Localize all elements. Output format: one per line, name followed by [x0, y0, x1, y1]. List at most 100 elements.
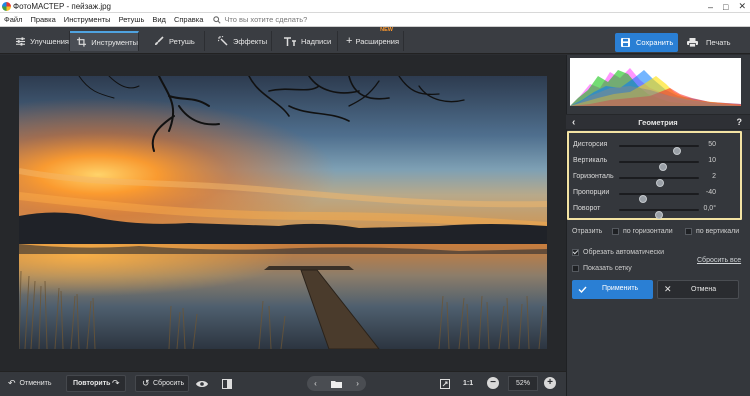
checkbox-box[interactable]	[685, 228, 692, 235]
slider-value: 50	[708, 141, 716, 148]
show-grid-checkbox[interactable]: Показать сетку	[572, 265, 632, 272]
reset-icon: ↺	[142, 378, 150, 388]
reflect-vertical-checkbox[interactable]: по вертикали	[685, 228, 739, 235]
tab-label: Эффекты	[233, 36, 268, 46]
slider-label: Вертикаль	[573, 157, 608, 164]
menu-file[interactable]: Файл	[4, 15, 22, 24]
auto-crop-checkbox[interactable]: Обрезать автоматически	[572, 249, 664, 256]
search-placeholder: Что вы хотите сделать?	[224, 15, 308, 24]
reflect-horizontal-checkbox[interactable]: по горизонтали	[612, 228, 673, 235]
minimize-icon[interactable]: –	[708, 2, 713, 12]
slider-track[interactable]	[619, 193, 699, 203]
tab-text[interactable]: Надписи	[272, 31, 338, 51]
checkbox-label: Показать сетку	[583, 265, 632, 272]
reset-all-link[interactable]: Сбросить все	[697, 257, 741, 264]
slider-knob[interactable]	[672, 147, 681, 155]
slider-label: Горизонталь	[573, 173, 614, 180]
printer-icon	[687, 38, 698, 47]
checkbox-box[interactable]	[572, 265, 579, 272]
slider-value: 2	[712, 173, 716, 180]
next-image-icon[interactable]: ›	[356, 379, 359, 388]
tab-effects[interactable]: Эффекты	[205, 31, 272, 51]
undo-button[interactable]: ↶ Отменить	[8, 375, 52, 392]
slider-track[interactable]	[619, 161, 699, 171]
crop-icon	[77, 37, 87, 47]
slider-horizontal[interactable]: Горизонталь 2	[573, 171, 738, 187]
print-button[interactable]: Печать	[683, 33, 743, 52]
slider-knob[interactable]	[655, 179, 664, 187]
zoom-in-button[interactable]: +	[544, 377, 556, 389]
slider-track[interactable]	[619, 145, 699, 155]
menu-bar: Файл Правка Инструменты Ретушь Вид Справ…	[0, 13, 750, 27]
checkbox-label: по горизонтали	[623, 228, 673, 235]
sliders-icon	[16, 36, 26, 46]
menu-edit[interactable]: Правка	[30, 15, 55, 24]
tab-label: Ретушь	[169, 36, 195, 46]
slider-knob[interactable]	[659, 163, 667, 171]
search-box[interactable]: Что вы хотите сделать?	[213, 15, 307, 24]
menu-retouch[interactable]: Ретушь	[119, 15, 145, 24]
close-icon[interactable]: ✕	[738, 1, 746, 12]
tab-label: Инструменты	[91, 37, 138, 47]
undo-icon: ↶	[8, 378, 16, 388]
redo-icon: ↷	[112, 378, 120, 388]
slider-track[interactable]	[619, 177, 699, 187]
reset-label: Сбросить	[153, 380, 185, 387]
actual-size-button[interactable]: 1:1	[463, 375, 473, 392]
fit-to-screen-button[interactable]	[440, 375, 450, 392]
reset-button[interactable]: ↺ Сбросить	[135, 375, 189, 392]
fit-screen-icon	[440, 378, 450, 389]
compare-icon	[222, 378, 232, 389]
photo-canvas[interactable]	[19, 76, 547, 349]
help-button[interactable]: ?	[737, 117, 743, 127]
cancel-button[interactable]: ✕ Отмена	[657, 280, 739, 299]
menu-view[interactable]: Вид	[152, 15, 166, 24]
prev-image-icon[interactable]: ‹	[314, 379, 317, 388]
zoom-level[interactable]: 52%	[508, 376, 538, 391]
histogram	[570, 58, 741, 106]
tab-label: Надписи	[301, 36, 332, 46]
apply-label: Применить	[602, 285, 639, 292]
slider-vertical[interactable]: Вертикаль 10	[573, 155, 738, 171]
floppy-disk-icon	[621, 38, 630, 47]
slider-knob[interactable]	[639, 195, 647, 203]
apply-button[interactable]: Применить	[572, 280, 653, 299]
checkbox-box[interactable]	[612, 228, 619, 235]
checkbox-box[interactable]	[572, 249, 579, 256]
cancel-label: Отмена	[691, 286, 717, 293]
slider-rotation[interactable]: Поворот 0,0°	[573, 203, 738, 219]
close-icon: ✕	[664, 284, 672, 294]
tab-retouch[interactable]: Ретушь	[139, 31, 205, 51]
maximize-icon[interactable]: □	[723, 2, 728, 12]
slider-proportions[interactable]: Пропорции -40	[573, 187, 738, 203]
zoom-out-button[interactable]: −	[487, 377, 499, 389]
panel-header: ‹ Геометрия ?	[566, 114, 750, 130]
redo-button[interactable]: Повторить ↷	[66, 375, 126, 392]
menu-help[interactable]: Справка	[174, 15, 203, 24]
slider-value: 10	[708, 157, 716, 164]
new-badge: NEW	[380, 27, 393, 33]
panel-title: Геометрия	[638, 118, 678, 127]
preview-eye-button[interactable]	[196, 375, 208, 392]
compare-button[interactable]	[222, 375, 232, 392]
tab-label: Расширения	[355, 36, 400, 46]
folder-icon[interactable]	[331, 380, 342, 388]
slider-track[interactable]	[619, 209, 699, 219]
eye-icon	[196, 380, 208, 387]
brush-icon	[155, 36, 164, 45]
checkbox-label: по вертикали	[696, 228, 740, 235]
tab-enhancements[interactable]: Улучшения	[4, 31, 70, 51]
tab-tools[interactable]: Инструменты	[70, 31, 139, 51]
search-icon	[213, 15, 221, 24]
plus-icon: +	[346, 35, 353, 47]
slider-distortion[interactable]: Дисторсия 50	[573, 139, 738, 155]
slider-label: Пропорции	[573, 189, 610, 196]
slider-knob[interactable]	[655, 211, 663, 219]
menu-tools[interactable]: Инструменты	[64, 15, 111, 24]
slider-value: 0,0°	[703, 205, 716, 212]
slider-value: -40	[705, 189, 716, 196]
tab-extensions[interactable]: + Расширения NEW	[338, 27, 404, 51]
print-label: Печать	[706, 38, 731, 47]
save-button[interactable]: Сохранить	[615, 33, 678, 52]
image-navigation: ‹ ›	[307, 376, 366, 391]
